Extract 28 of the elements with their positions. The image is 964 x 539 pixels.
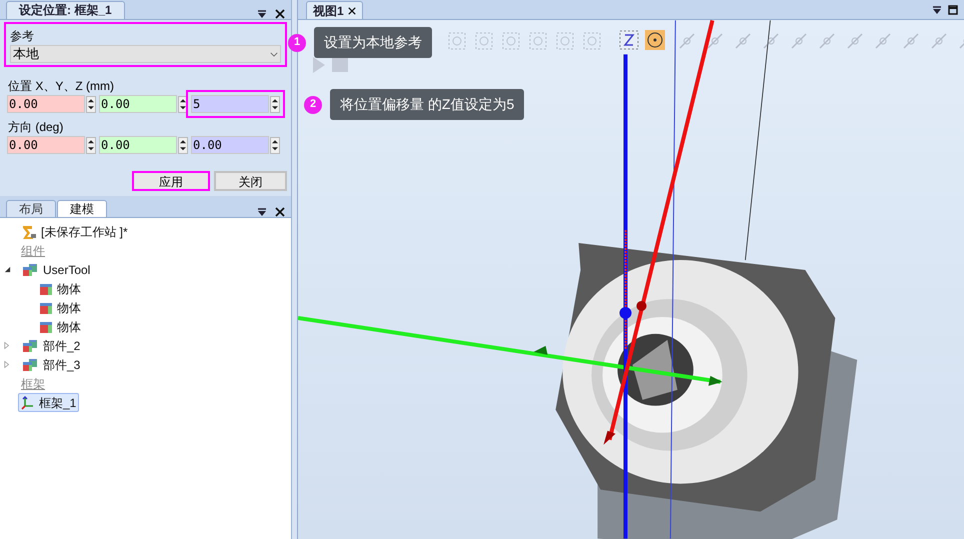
dialog-button[interactable]: 关闭 (214, 171, 287, 191)
view-tab[interactable]: 视图1 (306, 1, 363, 19)
panel-tab[interactable]: 布局 (6, 200, 56, 217)
reference-dropdown[interactable]: 本地 (10, 45, 281, 63)
tree-item[interactable]: 物体 (36, 298, 84, 317)
category-label: 组件 (20, 242, 46, 260)
panel-tab[interactable]: 设定位置: 框架_1 (6, 1, 125, 19)
number-field[interactable]: 5 (191, 95, 269, 113)
number-field[interactable]: 0.00 (191, 136, 269, 154)
tree-item[interactable]: UserTool (18, 260, 94, 279)
number-field[interactable]: 0.00 (7, 95, 85, 113)
tree-item[interactable]: 物体 (36, 317, 84, 336)
field-label: 参考 (10, 28, 35, 45)
dialog-button[interactable]: 应用 (132, 171, 210, 191)
tree-item[interactable]: 部件_3 (18, 355, 84, 374)
panel-tab[interactable]: 建模 (57, 200, 107, 217)
callout-tooltip: 设置为本地参考 (314, 27, 432, 58)
field-label: 方向 (deg) (7, 119, 64, 136)
tree-item[interactable]: 物体 (36, 279, 84, 298)
category-label: 框架 (20, 376, 46, 392)
number-field[interactable]: 0.00 (99, 136, 177, 154)
field-label: 位置 X、Y、Z (mm) (7, 78, 115, 95)
tree-item[interactable]: [未保存工作站 ]* (18, 222, 131, 241)
tree-item[interactable]: 部件_2 (18, 336, 84, 355)
callout-tooltip: 将位置偏移量 的Z值设定为5 (330, 89, 524, 120)
tree-item[interactable]: 框架_1 (18, 393, 80, 412)
number-field[interactable]: 0.00 (99, 95, 177, 113)
number-field[interactable]: 0.00 (7, 136, 85, 154)
